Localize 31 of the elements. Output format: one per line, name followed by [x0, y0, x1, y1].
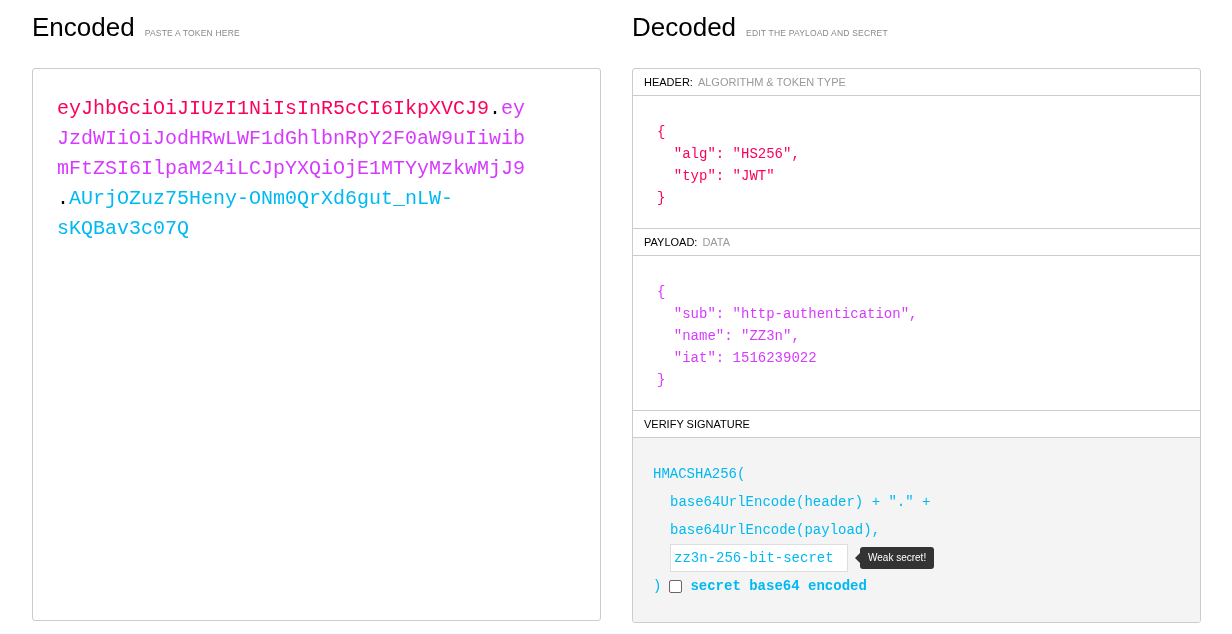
code-line: "iat": 1516239022: [672, 349, 817, 368]
token-input-area[interactable]: eyJhbGciOiJIUzI1NiIsInR5cCI6IkpXVCJ9.eyJzdWIiOiJodHRwLWF1dGhlbnRpY2F0aW9uIiwibmFtZSI6IlpaM24iLCJpYXQiOjE1MTYyMzkwMjJ9 .AUrjOZuz75Heny-ONm0QrXd6gut_nLW-sKQBav3c07Q: [32, 68, 601, 621]
weak-secret-tooltip: Weak secret!: [860, 547, 935, 569]
json-editor[interactable]: { "alg": "HS256", "typ": "JWT" }: [633, 96, 1200, 229]
code-line: HMACSHA256(: [653, 465, 746, 484]
section-label: HEADER:: [644, 76, 693, 88]
section-sublabel: DATA: [702, 236, 731, 248]
code-line: {: [657, 123, 666, 142]
json-editor[interactable]: { "sub": "http-authentication", "name": "ZZ3n", "iat": 1516239022 }: [633, 256, 1200, 411]
tooltip-pointer-icon: [855, 553, 860, 563]
section-label: VERIFY SIGNATURE: [644, 418, 750, 430]
code-line: ): [653, 577, 662, 596]
code-line: {: [657, 283, 666, 302]
code-line: "alg": "HS256",: [672, 145, 800, 164]
section-label: PAYLOAD:: [644, 236, 698, 248]
code-line: }: [657, 189, 666, 208]
code-line: }: [657, 371, 666, 390]
base64-checkbox[interactable]: [669, 579, 683, 593]
encoded-title: Encoded: [32, 12, 135, 43]
code-line: base64UrlEncode(header) + "." +: [670, 494, 931, 510]
encoded-hint: PASTE A TOKEN HERE: [144, 28, 240, 38]
code-line: base64UrlEncode(payload),: [670, 522, 881, 538]
code-line: "name": "ZZ3n",: [672, 327, 800, 346]
section-sublabel: ALGORITHM & TOKEN TYPE: [697, 76, 846, 88]
decoded-title: Decoded: [632, 12, 737, 43]
code-line: "typ": "JWT": [672, 167, 775, 186]
decoded-hint: EDIT THE PAYLOAD AND SECRET: [746, 28, 888, 38]
code-line: "sub": "http-authentication",: [672, 305, 918, 324]
secret-field[interactable]: zz3n-256-bit-secret: [670, 544, 848, 572]
encoded-token: eyJhbGciOiJIUzI1NiIsInR5cCI6IkpXVCJ9.eyJzdWIiOiJodHRwLWF1dGhlbnRpY2F0aW9uIiwibmFtZSI6IlpaM24iLCJpYXQiOjE1MTYyMzkwMjJ9 .AUrjOZuz75Heny-ONm0QrXd6gut_nLW-sKQBav3c07Q: [57, 96, 527, 242]
checkbox-label[interactable]: secret base64 encoded: [690, 572, 867, 600]
